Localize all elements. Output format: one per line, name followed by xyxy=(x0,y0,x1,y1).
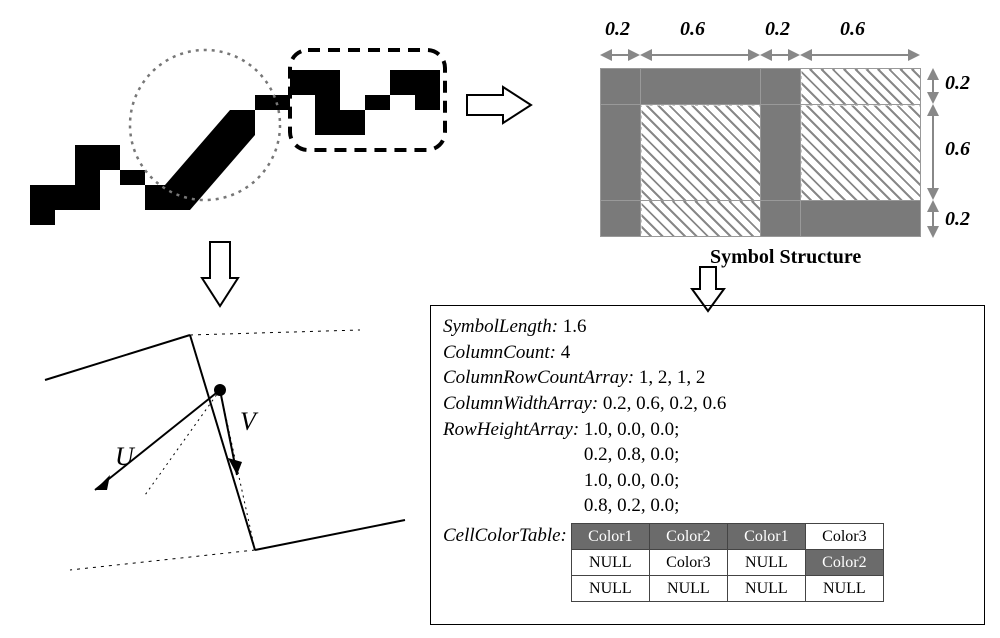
dim-top-1: 0.6 xyxy=(680,18,705,41)
prop-row-height-2: RowHeightArray: 1.0, 0.0, 0.0; xyxy=(443,468,972,494)
color-table-cell: Color2 xyxy=(805,550,883,576)
uv-svg: U V xyxy=(40,320,410,620)
cell-color-label: CellColorTable: xyxy=(443,523,567,549)
symbol-caption: Symbol Structure xyxy=(710,246,861,269)
prop-row-height-3: RowHeightArray: 0.8, 0.2, 0.0; xyxy=(443,493,972,519)
prop-column-count: ColumnCount: 4 xyxy=(443,340,972,366)
color-table-cell: NULL xyxy=(727,576,805,602)
color-table-row: NULLNULLNULLNULL xyxy=(571,576,883,602)
dim-top-2: 0.2 xyxy=(765,18,790,41)
cell-color-table: Color1Color2Color1Color3NULLColor3NULLCo… xyxy=(571,523,884,602)
prop-row-height-0: RowHeightArray: 1.0, 0.0, 0.0; xyxy=(443,417,972,443)
color-table-cell: Color1 xyxy=(571,524,649,550)
dim-right-1: 0.6 xyxy=(945,138,970,161)
dim-right-0: 0.2 xyxy=(945,72,970,95)
color-table-cell: NULL xyxy=(805,576,883,602)
color-table-cell: NULL xyxy=(727,550,805,576)
ribbon-svg xyxy=(20,30,450,260)
prop-col-row-count: ColumnRowCountArray: 1, 2, 1, 2 xyxy=(443,365,972,391)
prop-col-width: ColumnWidthArray: 0.2, 0.6, 0.2, 0.6 xyxy=(443,391,972,417)
color-table-cell: NULL xyxy=(571,550,649,576)
color-table-cell: Color3 xyxy=(805,524,883,550)
v-label: V xyxy=(240,407,259,436)
ribbon-shape xyxy=(20,30,450,260)
symbol-grid xyxy=(600,68,921,237)
color-table-cell: Color1 xyxy=(727,524,805,550)
color-table-row: NULLColor3NULLColor2 xyxy=(571,550,883,576)
info-box: SymbolLength: 1.6 ColumnCount: 4 ColumnR… xyxy=(430,305,985,625)
cell-color-table-row: CellColorTable: Color1Color2Color1Color3… xyxy=(443,523,972,602)
uv-detail: U V xyxy=(40,320,410,620)
dim-top-3: 0.6 xyxy=(840,18,865,41)
dim-arrows-top xyxy=(600,46,930,64)
u-label: U xyxy=(115,442,136,471)
color-table-cell: Color3 xyxy=(649,550,727,576)
prop-row-height-1: RowHeightArray: 0.2, 0.8, 0.0; xyxy=(443,442,972,468)
dim-top-0: 0.2 xyxy=(605,18,630,41)
dim-arrows-right xyxy=(924,68,942,240)
arrow-down-icon xyxy=(200,240,240,315)
color-table-cell: NULL xyxy=(571,576,649,602)
ribbon-path xyxy=(30,70,440,225)
diagram-root: 0.2 0.6 0.2 0.6 xyxy=(10,10,990,628)
dim-right-2: 0.2 xyxy=(945,208,970,231)
symbol-structure: 0.2 0.6 0.2 0.6 xyxy=(550,18,970,288)
color-table-cell: Color2 xyxy=(649,524,727,550)
color-table-row: Color1Color2Color1Color3 xyxy=(571,524,883,550)
prop-symbol-length: SymbolLength: 1.6 xyxy=(443,314,972,340)
arrow-right-icon xyxy=(465,85,535,130)
color-table-cell: NULL xyxy=(649,576,727,602)
